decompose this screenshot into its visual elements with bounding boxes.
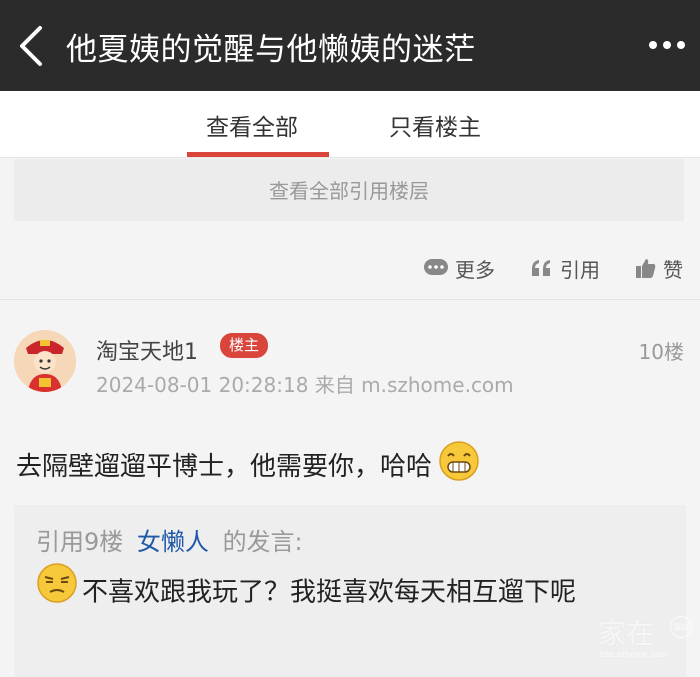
active-tab-indicator: [187, 152, 329, 157]
quoted-username[interactable]: 女懒人: [137, 528, 209, 556]
more-action-label: 更多: [455, 257, 495, 282]
top-bar: 他夏姨的觉醒与他懒姨的迷茫: [0, 0, 700, 91]
grin-emoji-icon: [438, 440, 480, 489]
back-button[interactable]: [12, 22, 52, 70]
post-divider: [0, 299, 700, 300]
page-title: 他夏姨的觉醒与他懒姨的迷茫: [66, 32, 476, 68]
ellipsis-icon: [649, 41, 685, 49]
quote-prefix: 引用9楼: [36, 528, 124, 556]
like-action-label: 赞: [663, 257, 683, 282]
watermark-seal: 深圳: [670, 616, 692, 638]
post-meta: 2024-08-01 20:28:18 来自 m.szhome.com: [96, 373, 514, 397]
tab-view-all[interactable]: 查看全部: [206, 108, 298, 142]
quote-action-button[interactable]: 引用: [530, 250, 600, 286]
more-menu-button[interactable]: [646, 30, 692, 60]
op-badge: 楼主: [220, 333, 269, 358]
quote-header: 引用9楼 女懒人 的发言:: [36, 522, 303, 557]
god-of-wealth-avatar-icon: [14, 330, 76, 392]
chat-bubble-icon: [424, 259, 448, 275]
chevron-left-icon: [20, 26, 42, 66]
watermark-url: bbs.szhome.com: [600, 650, 668, 659]
smirk-emoji-icon: [36, 562, 78, 618]
quote-suffix: 的发言:: [222, 528, 303, 556]
quote-text: 不喜欢跟我玩了？我挺喜欢每天相互遛下呢: [82, 577, 577, 608]
tab-bar: 查看全部 只看楼主: [0, 91, 700, 158]
quote-icon: [532, 260, 550, 276]
post-content-text: 去隔壁遛遛平博士，他需要你，哈哈: [16, 452, 433, 482]
floor-number: 10楼: [638, 340, 684, 364]
thumbs-up-icon: [636, 259, 656, 278]
avatar[interactable]: [14, 330, 76, 392]
more-action-button[interactable]: 更多: [423, 250, 495, 286]
like-action-button[interactable]: 赞: [635, 250, 683, 286]
watermark-text: 家在: [598, 617, 655, 650]
quote-body: 不喜欢跟我玩了？我挺喜欢每天相互遛下呢: [36, 562, 656, 621]
quoted-post[interactable]: 引用9楼 女懒人 的发言: 不喜欢跟我玩了？我挺喜欢每天相互遛下呢: [14, 505, 686, 677]
view-all-quotes-button[interactable]: 查看全部引用楼层: [14, 159, 684, 221]
view-all-quotes-label: 查看全部引用楼层: [269, 179, 429, 203]
tab-only-op[interactable]: 只看楼主: [389, 108, 481, 142]
post-content: 去隔壁遛遛平博士，他需要你，哈哈: [16, 440, 480, 489]
quote-action-label: 引用: [560, 257, 600, 282]
username[interactable]: 淘宝天地1: [96, 334, 198, 366]
post-actions: 更多 引用 赞: [0, 250, 700, 290]
site-watermark: 家在 深圳 bbs.szhome.com: [598, 612, 698, 672]
